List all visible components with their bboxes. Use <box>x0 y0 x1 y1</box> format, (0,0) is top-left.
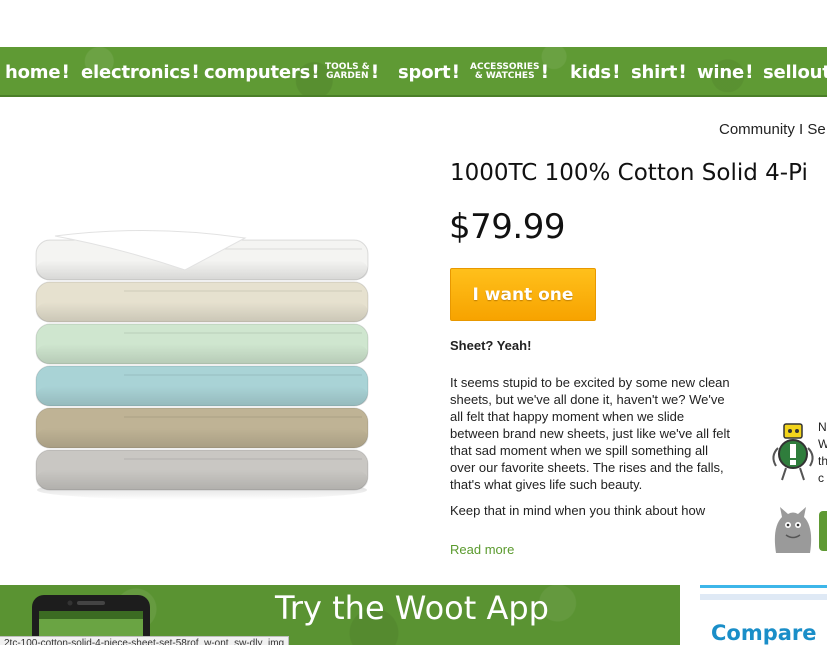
nav-kids[interactable]: kids! <box>570 47 621 95</box>
nav-computers-label: computers <box>204 61 311 83</box>
right-text-line-2: W <box>818 437 827 451</box>
sheet-stack <box>35 239 369 491</box>
banner-title: Try the Woot App <box>275 589 549 627</box>
right-widget-text: N W th c <box>818 419 827 487</box>
description-paragraph-1: It seems stupid to be excited by some ne… <box>450 375 730 492</box>
nav-computers-bang: ! <box>311 61 320 83</box>
product-image <box>35 229 369 500</box>
nav-wine-label: wine <box>697 61 745 83</box>
nav-tools-bang: ! <box>370 60 380 83</box>
folded-sheet <box>35 365 369 407</box>
product-description: It seems stupid to be excited by some ne… <box>450 374 740 542</box>
nav-accessories-line2: & WATCHES <box>474 71 535 81</box>
status-bar-url: 2tc-100-cotton-solid-4-piece-sheet-set-5… <box>0 636 290 645</box>
nav-shirt[interactable]: shirt! <box>631 47 687 95</box>
product-subtitle: Sheet? Yeah! <box>450 338 532 353</box>
nav-home-label: home <box>5 61 61 83</box>
nav-tools-garden[interactable]: TOOLS & GARDEN! <box>325 47 380 95</box>
nav-kids-bang: ! <box>611 61 621 83</box>
compare-label: Compare <box>711 621 817 645</box>
description-paragraph-2: Keep that in mind when you think about h… <box>450 503 706 518</box>
nav-electronics[interactable]: electronics! <box>81 47 200 95</box>
product-title: 1000TC 100% Cotton Solid 4-Pi <box>450 160 808 186</box>
nav-kids-label: kids <box>570 61 611 83</box>
nav-home[interactable]: home! <box>5 47 70 95</box>
main-nav: home! electronics! computers! TOOLS & GAR… <box>0 47 827 97</box>
nav-accessories-watches[interactable]: ACCESSORIES & WATCHES! <box>470 47 550 95</box>
right-text-line-3: th <box>818 454 827 468</box>
nav-tools-line2: GARDEN <box>326 71 369 81</box>
right-text-line-1: N <box>818 420 827 434</box>
read-more-link[interactable]: Read more <box>450 542 514 557</box>
nav-sport-label: sport <box>398 61 451 83</box>
green-side-tab[interactable] <box>819 511 827 551</box>
nav-shirt-label: shirt <box>631 61 678 83</box>
community-link[interactable]: Community I Se <box>719 121 826 138</box>
nav-wine-bang: ! <box>745 61 754 83</box>
nav-home-bang: ! <box>61 61 70 83</box>
nav-sellout[interactable]: sellout! <box>763 47 827 95</box>
compare-stripe <box>700 594 827 600</box>
folded-sheet <box>35 407 369 449</box>
nav-computers[interactable]: computers! <box>204 47 320 95</box>
nav-accessories-bang: ! <box>540 60 550 83</box>
compare-box[interactable]: Compare <box>700 585 827 645</box>
nav-shirt-bang: ! <box>678 61 687 83</box>
nav-sellout-label: sellout <box>763 61 827 83</box>
folded-sheet <box>35 281 369 323</box>
folded-sheet <box>35 449 369 491</box>
want-one-button[interactable]: I want one <box>450 268 596 321</box>
nav-wine[interactable]: wine! <box>697 47 754 95</box>
product-price: $79.99 <box>449 207 565 247</box>
folded-sheet <box>35 323 369 365</box>
description-fade <box>450 520 740 542</box>
nav-sport-bang: ! <box>451 61 460 83</box>
right-text-line-4: c <box>818 471 824 485</box>
nav-sport[interactable]: sport! <box>398 47 460 95</box>
nav-electronics-label: electronics <box>81 61 191 83</box>
nav-electronics-bang: ! <box>191 61 200 83</box>
